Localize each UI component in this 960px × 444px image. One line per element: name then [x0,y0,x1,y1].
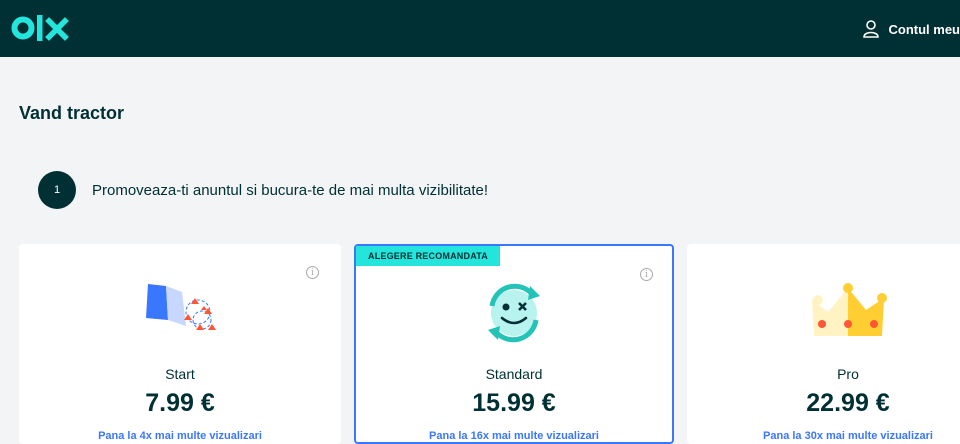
package-views-link[interactable]: Pana la 4x mai multe vizualizari [19,430,341,442]
standard-package-illustration [476,280,552,351]
package-price: 15.99 € [356,389,672,418]
package-card-start[interactable]: i Start 7.99 € Pana la 4x mai multe vizu… [19,244,341,444]
page-title: Vand tractor [19,103,124,124]
package-price: 7.99 € [19,389,341,418]
package-name: Standard [356,366,672,382]
promote-step: 1 Promoveaza-ti anuntul si bucura-te de … [38,171,488,209]
package-views-link[interactable]: Pana la 30x mai multe vizualizari [687,430,960,442]
package-name: Pro [687,366,960,382]
info-icon[interactable]: i [640,268,653,281]
account-label: Contul meu [889,22,960,37]
my-account-link[interactable]: Contul meu [863,17,960,41]
package-price: 22.99 € [687,389,960,418]
package-card-standard[interactable]: ALEGERE RECOMANDATA i Standard 15.99 € P… [354,244,674,444]
user-icon [863,20,879,38]
step-description: Promoveaza-ti anuntul si bucura-te de ma… [92,182,488,199]
step-number-badge: 1 [38,171,76,209]
pro-package-illustration [808,280,888,345]
olx-logo[interactable] [11,12,71,49]
start-package-illustration [140,280,220,347]
package-name: Start [19,366,341,382]
package-views-link[interactable]: Pana la 16x mai multe vizualizari [356,430,672,442]
top-navigation-bar: Contul meu [0,0,960,57]
info-icon[interactable]: i [306,266,319,279]
package-card-pro[interactable]: Pro 22.99 € Pana la 30x mai multe vizual… [687,244,960,444]
recommended-badge: ALEGERE RECOMANDATA [356,246,500,266]
